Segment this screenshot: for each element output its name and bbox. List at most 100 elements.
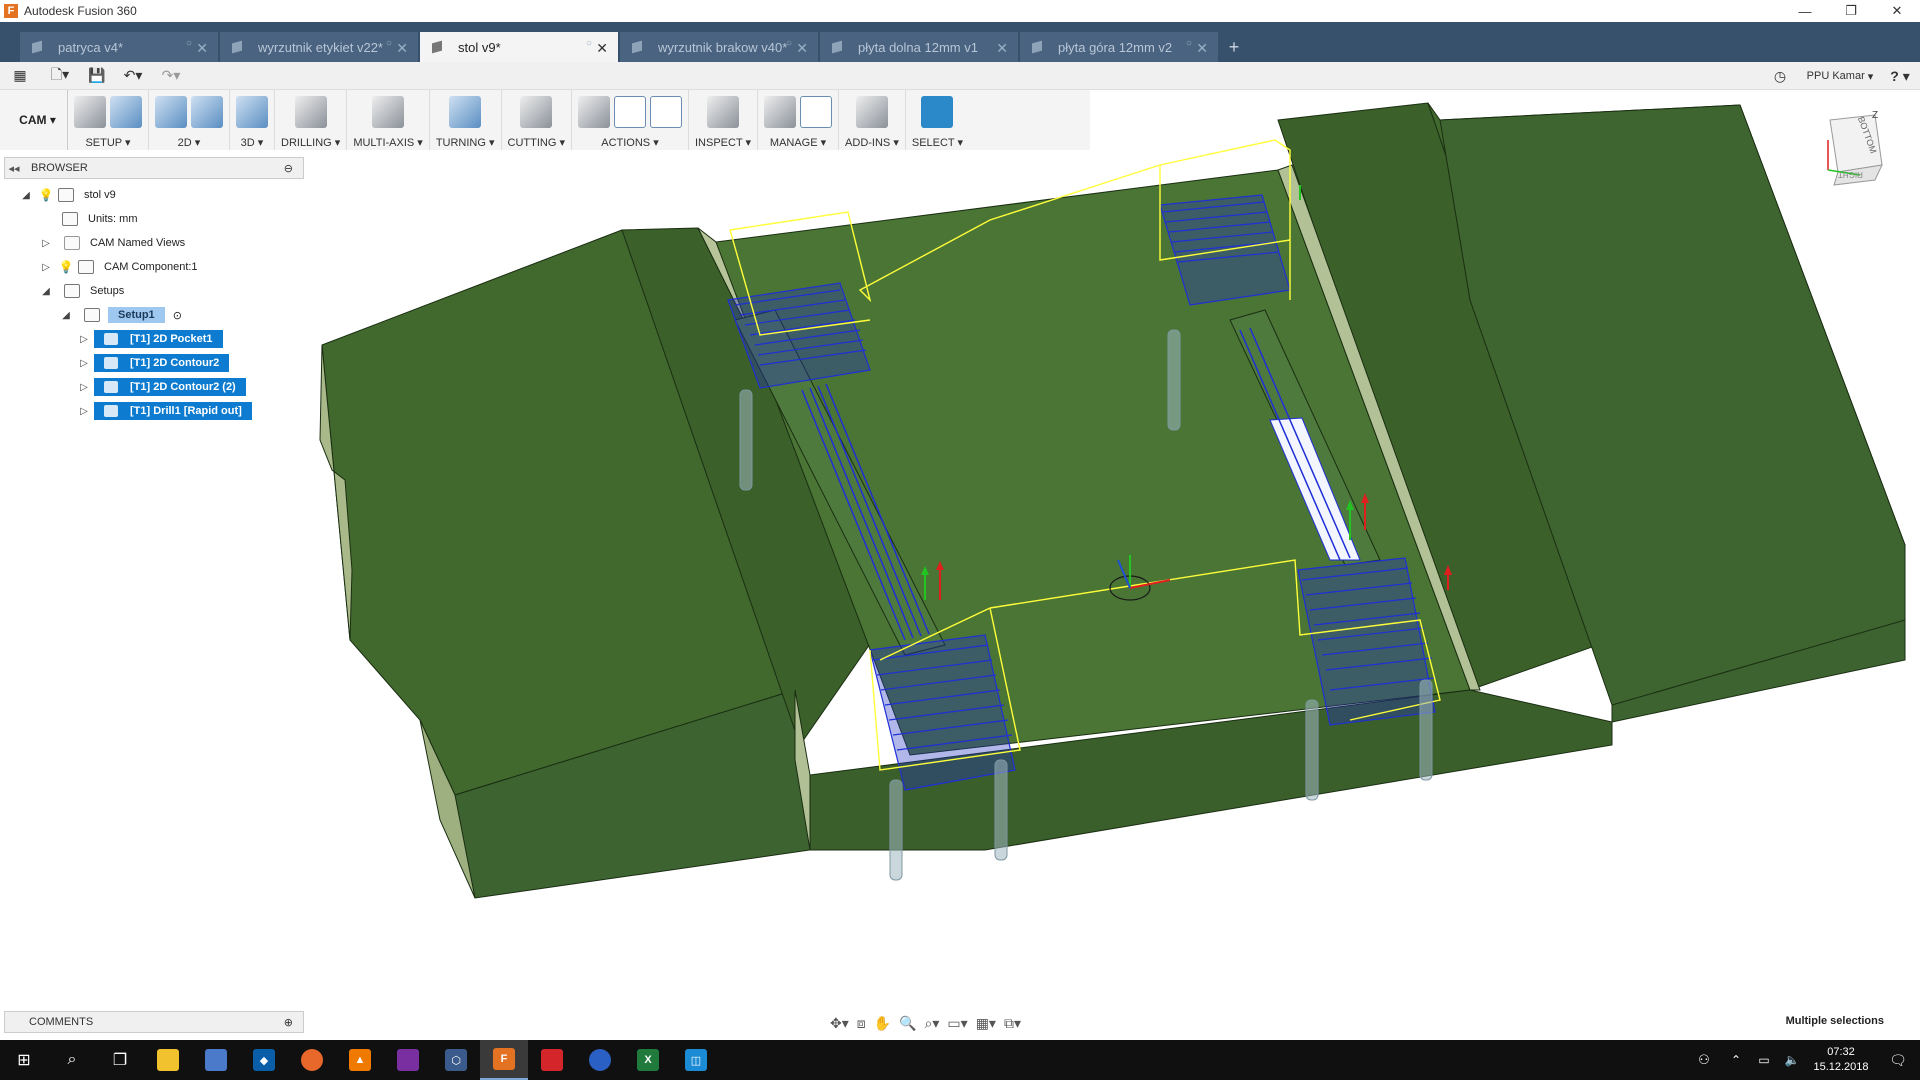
doc-tab[interactable]: wyrzutnik etykiet v22* ○ ✕ — [220, 32, 418, 62]
ribbon-label: SETUP — [85, 137, 122, 149]
tree-node-units[interactable]: Units: mm — [4, 207, 304, 231]
windows-start-icon[interactable]: ⊞ — [0, 1040, 48, 1080]
minimize-button[interactable]: — — [1782, 0, 1828, 22]
visibility-bulb-icon[interactable]: 💡 — [39, 188, 54, 202]
folder-icon — [64, 236, 80, 250]
expand-triangle-icon[interactable]: ▷ — [78, 333, 90, 345]
visibility-bulb-icon[interactable]: 💡 — [59, 260, 74, 274]
grid-settings-icon[interactable]: ▦▾ — [976, 1015, 996, 1032]
display-settings-icon[interactable]: ▭▾ — [947, 1015, 967, 1032]
tree-node-named-views[interactable]: ▷ CAM Named Views — [4, 231, 304, 255]
tab-status-icon: ○ — [785, 38, 792, 49]
doc-tab[interactable]: patryca v4* ○ ✕ — [20, 32, 218, 62]
comments-panel[interactable]: COMMENTS ⊕ — [4, 1011, 304, 1033]
calculator-icon[interactable] — [384, 1040, 432, 1080]
tree-node-setup1[interactable]: ◢ Setup1 ⊙ — [4, 303, 304, 327]
fusion-360-icon[interactable]: F — [480, 1040, 528, 1080]
zoom-icon[interactable]: 🔍 — [899, 1015, 916, 1032]
doc-tab[interactable]: wyrzutnik brakow v40* ○ ✕ — [620, 32, 818, 62]
doc-tab[interactable]: płyta góra 12mm v2 ○ ✕ — [1020, 32, 1218, 62]
doc-tab-active[interactable]: stol v9* ○ ✕ — [420, 32, 618, 62]
vlc-icon[interactable]: ▲ — [336, 1040, 384, 1080]
close-icon[interactable]: ✕ — [796, 40, 808, 57]
user-menu[interactable]: PPU Kamar ▾ — [1800, 62, 1880, 90]
search-icon[interactable]: ⌕ — [48, 1040, 96, 1080]
app-window-icon[interactable]: ◫ — [672, 1040, 720, 1080]
job-status-icon[interactable]: ◷ — [1760, 62, 1800, 90]
tree-node-component[interactable]: ▷ 💡 CAM Component:1 — [4, 255, 304, 279]
close-button[interactable]: ✕ — [1874, 0, 1920, 22]
redo-icon[interactable]: ↷▾ — [152, 62, 190, 90]
doc-tab[interactable]: płyta dolna 12mm v1 ✕ — [820, 32, 1018, 62]
viewports-icon[interactable]: ⧉▾ — [1004, 1015, 1021, 1032]
notifications-icon[interactable]: 🗨 — [1876, 1040, 1920, 1080]
firefox-icon[interactable] — [288, 1040, 336, 1080]
fit-icon[interactable]: ⌕▾ — [925, 1015, 940, 1032]
view-cube[interactable]: BOTTOM RIGHT Z — [1820, 110, 1890, 200]
help-menu[interactable]: ? ▾ — [1880, 62, 1920, 90]
adaptive-clearing-icon[interactable] — [155, 96, 187, 128]
browser-panel-header[interactable]: ◂◂ BROWSER ⊖ — [4, 157, 304, 179]
chrome-like-icon[interactable] — [576, 1040, 624, 1080]
close-icon[interactable]: ✕ — [396, 40, 408, 57]
workspace-switcher[interactable]: CAM ▾ — [8, 90, 68, 150]
look-at-icon[interactable]: ⧈ — [857, 1015, 866, 1032]
tree-node-operation[interactable]: ▷ [T1] 2D Pocket1 — [4, 327, 304, 351]
network-icon[interactable]: ▭ — [1750, 1040, 1778, 1080]
volume-icon[interactable]: 🔈 — [1778, 1040, 1806, 1080]
collapse-triangle-icon[interactable]: ◢ — [60, 309, 72, 321]
component-icon — [78, 260, 94, 274]
panel-options-icon[interactable]: ⊖ — [284, 162, 293, 175]
ribbon-group-3d[interactable]: 3D ▾ — [230, 90, 275, 150]
undo-icon[interactable]: ↶▾ — [114, 62, 152, 90]
store-icon[interactable] — [192, 1040, 240, 1080]
save-icon[interactable]: 💾 — [80, 62, 114, 90]
expand-triangle-icon[interactable]: ▷ — [78, 405, 90, 417]
operation-text: [T1] 2D Pocket1 — [130, 333, 213, 345]
pan-hand-icon[interactable]: ✋ — [874, 1015, 891, 1032]
show-hidden-icons-icon[interactable]: ⌃ — [1722, 1040, 1750, 1080]
selection-status: Multiple selections — [1785, 1015, 1884, 1027]
ribbon-group-2d[interactable]: 2D ▾ — [149, 90, 230, 150]
close-icon[interactable]: ✕ — [596, 40, 608, 57]
tree-node-operation[interactable]: ▷ [T1] Drill1 [Rapid out] — [4, 399, 304, 423]
3d-strategy-icon[interactable] — [236, 96, 268, 128]
tree-node-root[interactable]: ◢ 💡 stol v9 — [4, 183, 304, 207]
ribbon-label: 3D — [240, 137, 255, 149]
tree-node-operation[interactable]: ▷ [T1] 2D Contour2 (2) — [4, 375, 304, 399]
setup1-label: Setup1 — [108, 307, 165, 323]
expand-triangle-icon[interactable]: ▷ — [40, 261, 52, 273]
expand-triangle-icon[interactable]: ▷ — [40, 237, 52, 249]
orbit-icon[interactable]: ✥▾ — [830, 1015, 849, 1032]
close-icon[interactable]: ✕ — [996, 40, 1008, 57]
file-explorer-icon[interactable] — [144, 1040, 192, 1080]
pdf-reader-icon[interactable] — [528, 1040, 576, 1080]
clock[interactable]: 07:32 15.12.2018 — [1806, 1045, 1876, 1075]
data-panel-grid-icon[interactable]: ▦ — [0, 62, 40, 90]
restore-button[interactable]: ❐ — [1828, 0, 1874, 22]
new-tab-button[interactable]: + — [1220, 32, 1248, 62]
dropbox-icon[interactable]: ◆ — [240, 1040, 288, 1080]
close-icon[interactable]: ✕ — [196, 40, 208, 57]
file-menu-icon[interactable]: 🗋▾ — [40, 62, 80, 90]
collapse-triangle-icon[interactable]: ◢ — [20, 189, 32, 201]
collapse-panel-icon[interactable]: ◂◂ — [5, 162, 23, 175]
expand-triangle-icon[interactable]: ▷ — [78, 381, 90, 393]
doc-tab-label: płyta dolna 12mm v1 — [858, 39, 978, 55]
people-icon[interactable]: ⚇ — [1686, 1040, 1722, 1080]
task-view-icon[interactable]: ❐ — [96, 1040, 144, 1080]
face-icon[interactable] — [191, 96, 223, 128]
tree-node-setups[interactable]: ◢ Setups — [4, 279, 304, 303]
excel-icon[interactable]: X — [624, 1040, 672, 1080]
ribbon-group-setup[interactable]: SETUP ▾ — [68, 90, 149, 150]
collapse-triangle-icon[interactable]: ◢ — [40, 285, 52, 297]
add-comment-icon[interactable]: ⊕ — [284, 1016, 293, 1029]
expand-triangle-icon[interactable]: ▷ — [78, 357, 90, 369]
setup-icon[interactable] — [74, 96, 106, 128]
active-setup-icon[interactable]: ⊙ — [173, 309, 182, 322]
close-icon[interactable]: ✕ — [1196, 40, 1208, 57]
fixture-icon[interactable] — [110, 96, 142, 128]
3d-viewport[interactable] — [300, 90, 1920, 1010]
virtualbox-icon[interactable]: ⬡ — [432, 1040, 480, 1080]
tree-node-operation[interactable]: ▷ [T1] 2D Contour2 — [4, 351, 304, 375]
